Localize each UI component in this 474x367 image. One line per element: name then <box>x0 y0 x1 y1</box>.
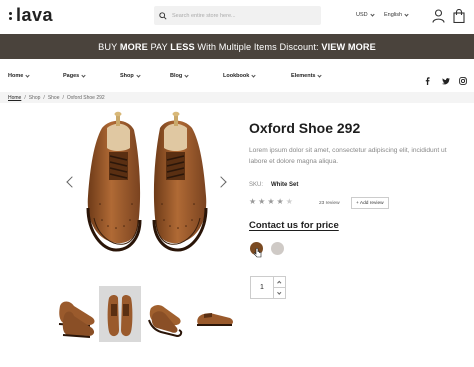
color-swatch-grey[interactable] <box>271 242 284 255</box>
logo-text: lava <box>16 5 54 25</box>
star-icon[interactable]: ★ <box>286 198 293 206</box>
quantity-input[interactable]: 1 <box>250 276 274 299</box>
star-icon[interactable]: ★ <box>249 198 256 206</box>
currency-label: USD <box>356 12 368 18</box>
product-thumbnail[interactable] <box>145 286 187 342</box>
nav-shop[interactable]: Shop <box>120 72 141 79</box>
search-bar <box>154 6 321 25</box>
instagram-icon[interactable] <box>459 72 467 90</box>
main-nav: Home Pages Shop Blog Lookbook Elements <box>0 59 474 92</box>
star-icon[interactable]: ★ <box>267 198 274 206</box>
chevron-down-icon <box>404 11 409 17</box>
contact-for-price-link[interactable]: Contact us for price <box>249 220 339 231</box>
product-thumbnail[interactable] <box>56 286 98 342</box>
chevron-down-icon <box>136 72 141 78</box>
chevron-down-icon <box>184 72 189 78</box>
language-label: English <box>384 12 403 18</box>
product-title: Oxford Shoe 292 <box>249 120 361 136</box>
breadcrumb-separator: / <box>24 94 26 101</box>
promo-text: BUY MORE PAY LESS With Multiple Items Di… <box>98 41 376 52</box>
nav-home[interactable]: Home <box>8 72 30 79</box>
chevron-up-icon <box>277 281 282 285</box>
quantity-decrease-button[interactable] <box>274 288 285 299</box>
breadcrumb-current: Oxford Shoe 292 <box>66 94 105 101</box>
review-count[interactable]: 23 review <box>319 201 340 206</box>
breadcrumb-separator: / <box>43 94 45 101</box>
sku-label: SKU: <box>249 182 264 188</box>
promo-bar[interactable]: BUY MORE PAY LESS With Multiple Items Di… <box>0 34 474 59</box>
cart-icon[interactable] <box>453 8 465 28</box>
search-icon[interactable] <box>154 6 172 25</box>
hand-cursor-icon <box>254 248 262 258</box>
add-review-button[interactable]: + Add review <box>351 197 389 209</box>
nav-blog[interactable]: Blog <box>170 72 189 79</box>
quantity-stepper <box>274 276 286 299</box>
product-description: Lorem ipsum dolor sit amet, consectetur … <box>249 147 447 165</box>
view-more-link[interactable]: VIEW MORE <box>321 42 376 52</box>
language-select[interactable]: English <box>384 11 409 18</box>
nav-pages[interactable]: Pages <box>63 72 86 79</box>
breadcrumb-shoe[interactable]: Shoe <box>48 95 60 101</box>
currency-select[interactable]: USD <box>356 11 375 18</box>
chevron-down-icon <box>81 72 86 78</box>
nav-elements[interactable]: Elements <box>291 72 323 79</box>
chevron-down-icon <box>317 72 323 78</box>
nav-lookbook[interactable]: Lookbook <box>223 72 256 79</box>
star-rating[interactable]: ★ ★ ★ ★ ★ <box>249 198 293 206</box>
header: lava USD English <box>0 0 474 34</box>
logo[interactable]: lava <box>8 5 53 26</box>
breadcrumb-home[interactable]: Home <box>8 95 21 101</box>
breadcrumb-separator: / <box>62 94 64 101</box>
sku-row: SKU: White Set <box>249 182 298 188</box>
search-input[interactable] <box>172 12 312 19</box>
breadcrumb-shop[interactable]: Shop <box>29 95 41 101</box>
breadcrumb: Home / Shop / Shoe / Oxford Shoe 292 <box>0 92 474 103</box>
star-icon[interactable]: ★ <box>258 198 265 206</box>
product-main-image[interactable] <box>72 108 222 263</box>
chevron-down-icon <box>251 72 256 78</box>
left-shoe <box>86 120 142 252</box>
sku-value: White Set <box>271 182 299 188</box>
chevron-down-icon <box>277 290 282 295</box>
logo-mark <box>8 10 14 22</box>
right-shoe <box>152 120 208 252</box>
quantity-increase-button[interactable] <box>274 277 285 288</box>
chevron-down-icon <box>25 72 30 78</box>
product-thumbnail-active[interactable] <box>99 286 141 342</box>
chevron-down-icon <box>370 11 375 17</box>
account-icon[interactable] <box>432 9 445 28</box>
facebook-icon[interactable] <box>425 72 430 90</box>
twitter-icon[interactable] <box>442 72 450 90</box>
product-thumbnail[interactable] <box>194 286 236 342</box>
star-icon[interactable]: ★ <box>277 198 284 206</box>
